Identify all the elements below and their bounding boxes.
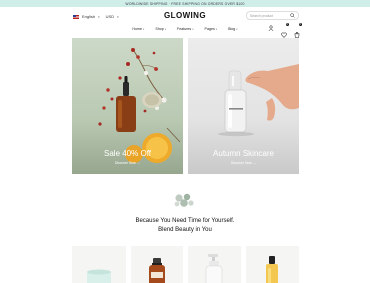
oil-bottle-image [266, 256, 278, 283]
product-card[interactable] [72, 246, 126, 283]
section-heading: Because You Need Time for Yourself. Blen… [0, 217, 370, 235]
product-card[interactable] [188, 246, 241, 283]
cream-jar-image [87, 269, 111, 283]
nav-item-shop[interactable]: Shop▾ [155, 27, 166, 31]
nav-item-home[interactable]: Home▾ [132, 27, 144, 31]
wishlist-button[interactable]: 0 [281, 23, 289, 38]
sale-banner[interactable]: Sale 40% Off Discover Now → [72, 38, 183, 174]
pump-bottle-image [205, 254, 223, 283]
announcement-text: Worldwide shipping · free shipping on or… [125, 1, 245, 6]
amber-bottle-image [149, 258, 165, 283]
nav-item-features[interactable]: Features▾ [177, 27, 194, 31]
discover-now-link[interactable]: Discover Now → [72, 161, 183, 165]
search-box[interactable]: Search product [246, 11, 299, 20]
cart-count-badge: 0 [298, 23, 302, 27]
site-header: English ▾ USD ▾ GLOWING Search product H… [0, 7, 370, 38]
product-card[interactable] [246, 246, 299, 283]
search-input[interactable]: Search product [250, 14, 290, 18]
cart-button[interactable]: 0 [294, 23, 302, 38]
product-card[interactable] [131, 246, 183, 283]
search-icon[interactable] [290, 13, 295, 18]
nav-item-blog[interactable]: Blog▾ [228, 27, 238, 31]
announcement-bar: Worldwide shipping · free shipping on or… [0, 0, 370, 7]
tagline-line-1: Because You Need Time for Yourself. [135, 218, 235, 224]
site-logo[interactable]: GLOWING [0, 11, 370, 20]
autumn-skincare-banner[interactable]: Autumn Skincare Discover Now → [188, 38, 299, 174]
tagline-line-2: Blend Beauty in You [158, 227, 212, 233]
discover-now-link[interactable]: Discover Now → [188, 161, 299, 165]
leaves-icon [174, 193, 194, 207]
user-icon[interactable] [268, 25, 274, 31]
nav-item-pages[interactable]: Pages▾ [205, 27, 218, 31]
banner-title: Sale 40% Off [104, 149, 151, 158]
header-actions: 0 0 [268, 23, 302, 38]
banner-title: Autumn Skincare [213, 149, 274, 158]
main-nav: Home▾ Shop▾ Features▾ Pages▾ Blog▾ [0, 27, 370, 31]
wishlist-count-badge: 0 [285, 23, 289, 27]
